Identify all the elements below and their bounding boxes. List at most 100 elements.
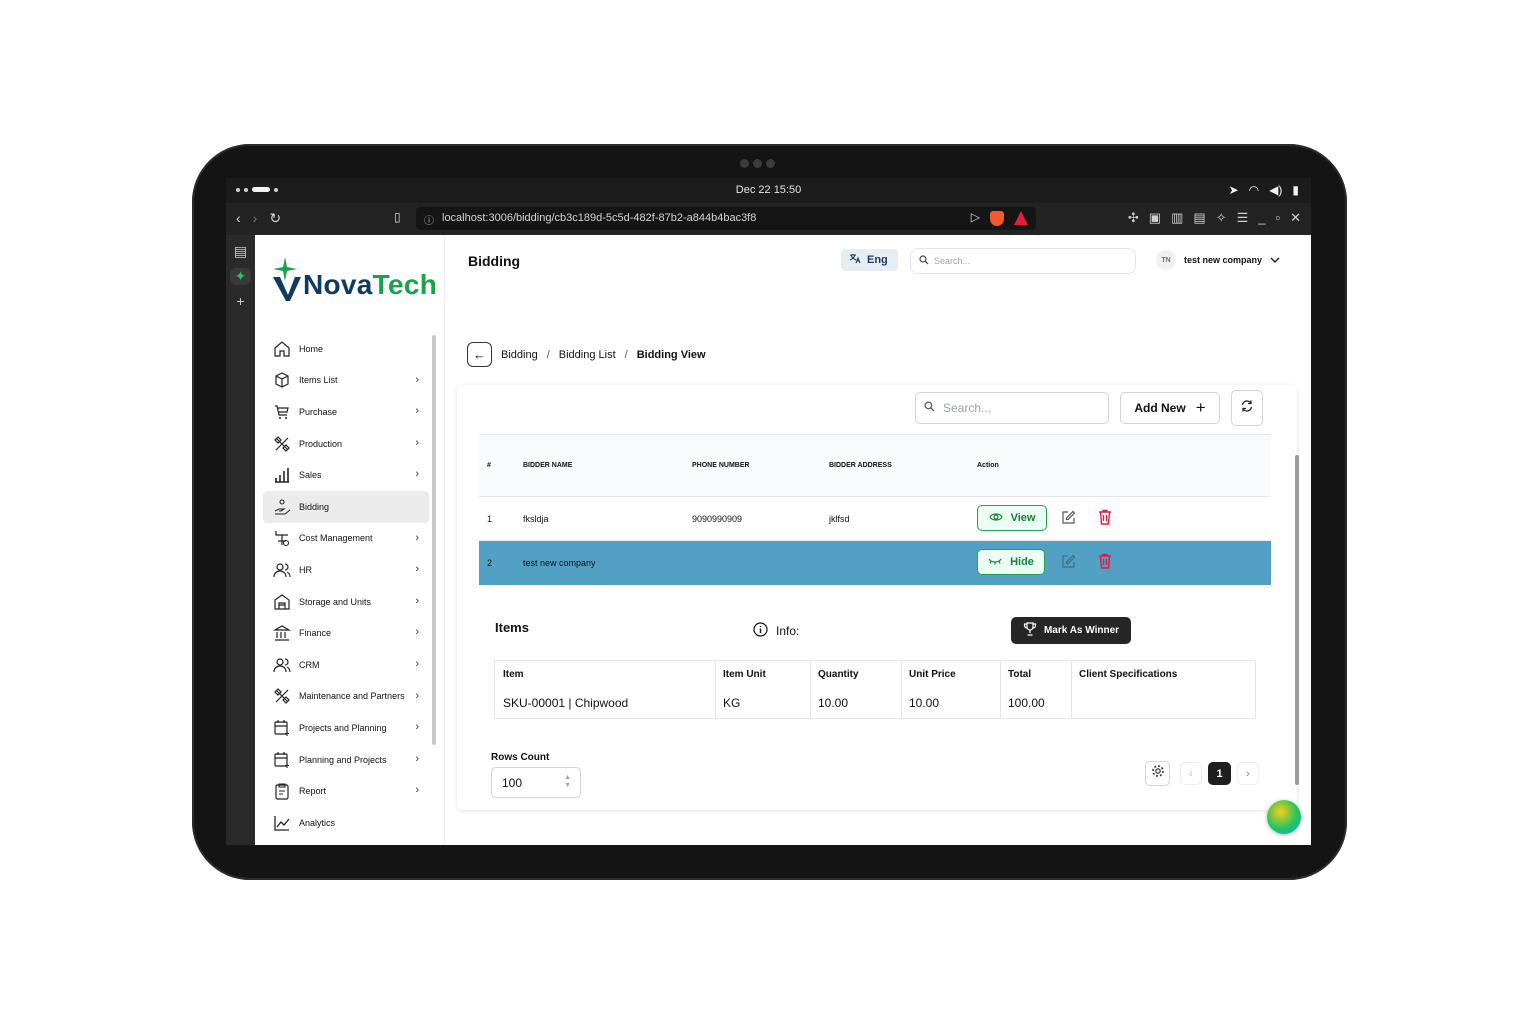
sidebar-item-cost-management[interactable]: Cost Management ›: [263, 523, 429, 555]
minimize-icon[interactable]: _: [1258, 210, 1265, 226]
header-action: Action: [977, 462, 999, 469]
restore-icon[interactable]: ▫: [1275, 210, 1280, 226]
gear-icon: [1151, 764, 1165, 783]
edit-button[interactable]: [1061, 510, 1076, 527]
system-tray[interactable]: ➤ ◠ ◀) ▮: [1229, 183, 1299, 197]
sidebar-item-maintenance-and-partners[interactable]: Maintenance and Partners ›: [263, 681, 429, 713]
sidebar-item-production[interactable]: Production ›: [263, 428, 429, 460]
content-scrollbar[interactable]: [1295, 455, 1299, 785]
table-settings-button[interactable]: [1145, 761, 1170, 786]
table-row[interactable]: 1 fksldja 9090990909 jklfsd View: [479, 497, 1271, 541]
header-client-specifications: Client Specifications: [1079, 669, 1178, 680]
info-icon[interactable]: [753, 622, 768, 640]
sidebar-item-report[interactable]: Report ›: [263, 775, 429, 807]
back-icon[interactable]: ‹: [236, 210, 241, 227]
rows-count-value: 100: [502, 776, 523, 790]
header-bidder-name[interactable]: BIDDER NAME: [523, 462, 572, 469]
bookmark-icon[interactable]: ▯: [394, 210, 401, 224]
sidebar-item-items-list[interactable]: Items List ›: [263, 365, 429, 397]
refresh-button[interactable]: [1231, 390, 1263, 426]
sidebar-item-storage-and-units[interactable]: Storage and Units ›: [263, 586, 429, 618]
add-new-button[interactable]: Add New +: [1120, 392, 1220, 424]
prev-page-button[interactable]: ‹: [1180, 762, 1202, 785]
screenshot-icon[interactable]: ▣: [1149, 210, 1161, 226]
browser-side-strip: ▤ ✦ +: [226, 235, 255, 845]
header-phone-number[interactable]: PHONE NUMBER: [692, 462, 750, 469]
close-icon[interactable]: ✕: [1290, 210, 1301, 226]
forward-icon[interactable]: ›: [253, 210, 258, 227]
table-row-selected[interactable]: 2 test new company Hide: [479, 541, 1271, 585]
sidebar-item-crm[interactable]: CRM ›: [263, 649, 429, 681]
sidebar-item-planning-and-projects[interactable]: Planning and Projects ›: [263, 744, 429, 776]
panel-icon[interactable]: ▤: [226, 243, 255, 260]
sidebar-scrollbar[interactable]: [432, 335, 436, 745]
language-button[interactable]: Eng: [841, 249, 898, 271]
page-button-current[interactable]: 1: [1208, 762, 1231, 785]
chevron-right-icon: ›: [415, 373, 419, 386]
add-tab-icon[interactable]: +: [226, 293, 255, 309]
extensions-icon[interactable]: ✣: [1128, 210, 1139, 226]
sidebar-item-label: Items List: [299, 375, 338, 386]
chevron-left-icon: ‹: [1189, 767, 1193, 780]
cost-icon: [273, 529, 291, 547]
delete-button[interactable]: [1098, 509, 1112, 527]
battery-icon[interactable]: ▮: [1292, 183, 1299, 197]
row-num: 2: [487, 558, 493, 568]
header-bidder-address[interactable]: BIDDER ADDRESS: [829, 462, 892, 469]
sidebar-item-projects-and-planning[interactable]: Projects and Planning ›: [263, 712, 429, 744]
site-info-icon[interactable]: ⓘ: [424, 212, 434, 227]
sidebar-item-bidding[interactable]: Bidding: [263, 490, 429, 523]
volume-icon[interactable]: ◀): [1269, 183, 1282, 197]
bar-chart-icon: [273, 466, 291, 484]
address-bar[interactable]: ⓘ localhost:3006/bidding/cb3c189d-5c5d-4…: [416, 207, 1036, 230]
cell-quantity: 10.00: [818, 696, 849, 710]
edit-icon: [1061, 510, 1076, 527]
table-search-input[interactable]: Search...: [915, 392, 1109, 424]
back-button[interactable]: ←: [467, 342, 492, 367]
search-icon: [919, 255, 929, 267]
header-search-input[interactable]: Search...: [910, 248, 1136, 274]
spinner-icon: ▲ ▼: [564, 774, 571, 789]
menu-icon[interactable]: ☰: [1237, 210, 1249, 226]
col-total: Total 100.00: [1001, 661, 1072, 718]
rows-count-label: Rows Count: [491, 752, 550, 763]
reload-icon[interactable]: ↻: [269, 210, 281, 227]
user-menu[interactable]: TN test new company: [1156, 250, 1280, 270]
wifi-icon[interactable]: ◠: [1249, 183, 1259, 197]
row-phone: 9090990909: [692, 514, 743, 524]
sidebar-item-sales[interactable]: Sales ›: [263, 459, 429, 491]
calendar-icon: [273, 751, 291, 769]
view-button[interactable]: View: [977, 505, 1047, 531]
delete-button[interactable]: [1098, 553, 1112, 571]
sidebar-item-label: Cost Management: [299, 533, 373, 544]
rewards-icon[interactable]: [1014, 211, 1028, 225]
header-search-placeholder: Search...: [934, 256, 971, 266]
wallet-icon[interactable]: ▤: [1193, 210, 1205, 226]
sidebar-item-home[interactable]: Home: [263, 333, 429, 365]
sidebar-toggle-icon[interactable]: ▥: [1171, 210, 1183, 226]
header-num: #: [487, 462, 491, 469]
edit-button[interactable]: [1061, 554, 1076, 571]
header-unit-price: Unit Price: [909, 669, 956, 680]
sidebar-item-hr[interactable]: HR ›: [263, 554, 429, 586]
cart-icon: [273, 403, 291, 421]
breadcrumb-bidding-list[interactable]: Bidding List: [559, 349, 616, 361]
breadcrumb-bidding[interactable]: Bidding: [501, 349, 538, 361]
sidebar-item-analytics[interactable]: Analytics: [263, 807, 429, 839]
mark-as-winner-button[interactable]: Mark As Winner: [1011, 617, 1131, 644]
clock[interactable]: Dec 22 15:50: [226, 184, 1311, 196]
app-tab-icon[interactable]: ✦: [230, 268, 251, 285]
assistant-orb-icon[interactable]: [1267, 800, 1301, 834]
sidebar-item-finance[interactable]: Finance ›: [263, 617, 429, 649]
next-page-button[interactable]: ›: [1237, 762, 1259, 785]
share-icon[interactable]: ▷: [971, 210, 980, 226]
sidebar-item-label: Sales: [299, 470, 322, 481]
send-icon[interactable]: ➤: [1229, 183, 1239, 197]
sidebar-item-purchase[interactable]: Purchase ›: [263, 396, 429, 428]
rows-count-select[interactable]: 100 ▲ ▼: [491, 767, 581, 798]
brave-shield-icon[interactable]: [990, 211, 1004, 226]
ai-icon[interactable]: ✧: [1216, 210, 1227, 226]
novatech-logo[interactable]: NovaTech: [271, 255, 437, 301]
sidebar-item-label: Report: [299, 786, 327, 797]
hide-button[interactable]: Hide: [977, 549, 1045, 575]
